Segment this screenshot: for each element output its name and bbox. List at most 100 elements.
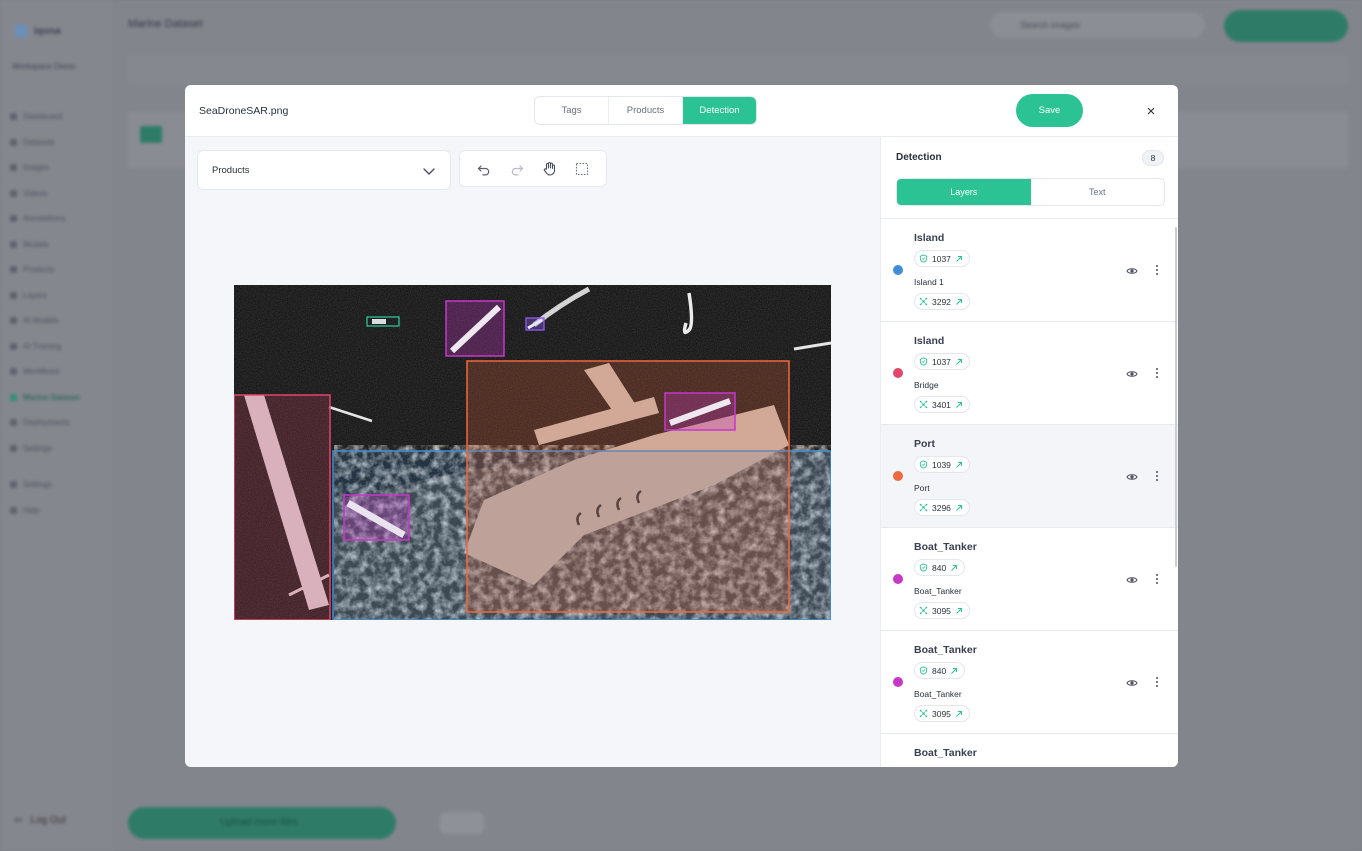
nav-item-icon (10, 164, 17, 172)
undo-icon[interactable] (473, 158, 495, 180)
save-button[interactable]: Save (1016, 94, 1083, 127)
bg-nav-item: Images (10, 155, 80, 181)
layer-item[interactable]: Port 1039 Port 3296 (881, 425, 1178, 528)
nav-item-icon (10, 368, 17, 376)
bg-table-head (128, 56, 1348, 84)
bg-nav-item: Settings (10, 436, 80, 462)
detection-count-badge: 8 (1142, 150, 1164, 166)
more-vertical-icon[interactable] (1153, 469, 1161, 483)
nav-item-icon (10, 342, 17, 350)
eye-icon[interactable] (1126, 367, 1138, 379)
segment-layers[interactable]: Layers (897, 179, 1031, 205)
more-vertical-icon[interactable] (1153, 572, 1161, 586)
layer-item[interactable]: Island 1037 Bridge 3401 (881, 322, 1178, 425)
external-link-icon (956, 298, 962, 305)
nav-item-icon (10, 215, 17, 223)
layer-class-id: 840 (932, 562, 947, 573)
layer-subtitle: Bridge (914, 380, 939, 390)
eye-icon[interactable] (1126, 676, 1138, 688)
layer-item[interactable]: Boat_Tanker 840 Boat_Tanker 3095 (881, 631, 1178, 734)
nodes-icon (919, 297, 928, 306)
detection-box-boat-tanker[interactable] (664, 392, 736, 431)
bg-nav-item-label: AI Models (23, 316, 59, 326)
bg-app-name: iqona (34, 25, 61, 37)
marquee-select-icon[interactable] (571, 158, 593, 180)
sar-image-canvas (234, 285, 831, 620)
bg-nav-item-label: Workflows (23, 367, 60, 377)
bg-logout-label: Log Out (30, 815, 66, 826)
segment-text[interactable]: Text (1031, 179, 1165, 205)
layer-class-id-chip[interactable]: 1037 (914, 353, 970, 370)
detection-box-boat-small[interactable] (525, 317, 545, 331)
external-link-icon (956, 710, 962, 717)
eye-icon[interactable] (1126, 573, 1138, 585)
bg-upload-button (1224, 10, 1348, 42)
layer-title: Island (914, 335, 945, 347)
nav-item-icon (10, 444, 17, 452)
bg-bottom-nav: Settings Help (10, 472, 52, 523)
layer-color-dot (893, 265, 903, 275)
file-name: SeaDroneSAR.png (199, 105, 289, 117)
bg-nav-item: Dashboard (10, 104, 80, 130)
bg-nav-item: AI Models (10, 308, 80, 334)
detection-box-boat-tanker[interactable] (445, 300, 505, 357)
nodes-icon (919, 606, 928, 615)
layer-object-id-chip[interactable]: 3296 (914, 499, 970, 516)
layer-object-id: 3296 (932, 502, 951, 513)
layer-object-id-chip[interactable]: 3292 (914, 293, 970, 310)
tab-tags[interactable]: Tags (535, 97, 609, 124)
tab-detection[interactable]: Detection (683, 97, 756, 124)
close-icon[interactable]: × (1142, 102, 1160, 120)
layer-object-id-chip[interactable]: 3095 (914, 602, 970, 619)
folder-icon (140, 126, 162, 143)
detection-box-port[interactable] (466, 360, 790, 613)
bg-workspace: Workspace Demo (12, 62, 76, 71)
layer-subtitle: Port (914, 483, 930, 493)
tab-products[interactable]: Products (609, 97, 683, 124)
redo-icon[interactable] (506, 158, 528, 180)
bg-nav-item-label: AI Training (23, 341, 62, 351)
logo-icon (14, 24, 28, 38)
sar-image[interactable] (234, 285, 831, 620)
nav-item-icon (10, 419, 17, 427)
detection-panel: Detection 8 Layers Text Island 1037 Island… (880, 137, 1178, 767)
layer-class-id: 1037 (932, 253, 951, 264)
nav-item-icon (10, 138, 17, 146)
bg-nav-item: Models (10, 232, 80, 258)
external-link-icon (956, 401, 962, 408)
layer-object-id-chip[interactable]: 3401 (914, 396, 970, 413)
nav-item-icon (10, 189, 17, 197)
layer-item[interactable]: Island 1037 Island 1 3292 (881, 219, 1178, 322)
bg-nav-item: Deployments (10, 410, 80, 436)
layer-class-id: 1039 (932, 459, 951, 470)
external-link-icon (956, 255, 962, 262)
external-link-icon (956, 461, 962, 468)
bg-nav-item: Videos (10, 181, 80, 207)
shield-check-icon (919, 666, 928, 675)
products-dropdown[interactable]: Products (197, 150, 451, 190)
eye-icon[interactable] (1126, 264, 1138, 276)
layer-object-id: 3095 (932, 605, 951, 616)
nodes-icon (919, 709, 928, 718)
layer-color-dot (893, 677, 903, 687)
eye-icon[interactable] (1126, 470, 1138, 482)
nav-item-icon (10, 291, 17, 299)
layer-class-id-chip[interactable]: 1039 (914, 456, 970, 473)
nav-item-icon (10, 113, 17, 121)
layer-class-id-chip[interactable]: 840 (914, 662, 966, 679)
layer-object-id-chip[interactable]: 3095 (914, 705, 970, 722)
more-vertical-icon[interactable] (1153, 675, 1161, 689)
more-vertical-icon[interactable] (1153, 366, 1161, 380)
bg-sidebar: iqona Workspace Demo Dashboard Datasets Im… (0, 0, 112, 851)
layer-subtitle: Boat_Tanker (914, 689, 962, 699)
layer-item[interactable]: Boat_Tanker (881, 734, 1178, 767)
layer-list-scrollbar[interactable] (1175, 227, 1177, 567)
detection-box-boat-tanker[interactable] (343, 494, 410, 541)
hand-pan-icon[interactable] (538, 158, 560, 180)
layer-class-id-chip[interactable]: 840 (914, 559, 966, 576)
canvas-toolbar (459, 150, 607, 187)
detection-box-bridge[interactable] (234, 394, 331, 620)
layer-item[interactable]: Boat_Tanker 840 Boat_Tanker 3095 (881, 528, 1178, 631)
layer-class-id-chip[interactable]: 1037 (914, 250, 970, 267)
more-vertical-icon[interactable] (1153, 263, 1161, 277)
